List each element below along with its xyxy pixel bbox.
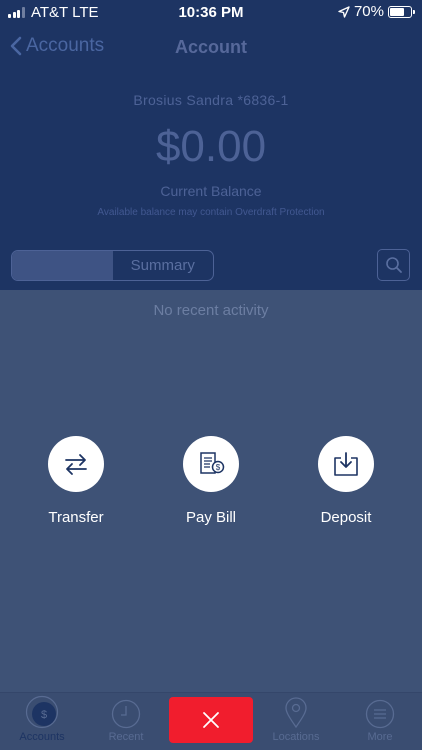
deposit-label: Deposit [320, 509, 372, 526]
pay-bill-action[interactable]: $ Pay Bill [151, 436, 271, 526]
dollar-coin-icon: $ [25, 695, 59, 729]
tab-locations[interactable]: Locations [254, 693, 338, 750]
account-name: Brosius Sandra *6836-1 [133, 92, 289, 108]
search-button[interactable] [377, 249, 410, 281]
close-icon [203, 712, 219, 728]
battery-icon [388, 5, 415, 18]
empty-activity-message: No recent activity [153, 302, 269, 319]
tab-accounts-label: Accounts [19, 731, 65, 743]
quick-actions: Transfer $ Pay Bill Deposit [0, 436, 422, 536]
deposit-button[interactable] [318, 436, 374, 492]
segmented-control: Summary [11, 250, 214, 281]
status-right: 70% [338, 3, 415, 20]
svg-text:$: $ [216, 463, 221, 472]
svg-text:$: $ [41, 709, 47, 721]
pay-bill-button[interactable]: $ [183, 436, 239, 492]
battery-percent: 70% [353, 3, 384, 20]
segment-summary[interactable]: Summary [113, 251, 214, 280]
map-pin-icon [285, 697, 307, 729]
balance-amount: $0.00 [155, 122, 267, 171]
overdraft-note: Available balance may contain Overdraft … [97, 207, 325, 218]
tab-more-label: More [367, 731, 393, 743]
tab-accounts[interactable]: $ Accounts [0, 693, 84, 750]
close-actions-button[interactable] [169, 697, 253, 743]
status-bar: AT&T LTE 10:36 PM 70% [0, 0, 422, 26]
transfer-label: Transfer [48, 509, 104, 526]
pay-bill-label: Pay Bill [185, 509, 237, 526]
tab-more[interactable]: More [338, 693, 422, 750]
deposit-tray-icon [334, 452, 358, 476]
clock-icon [111, 699, 141, 729]
location-arrow-icon [338, 5, 350, 18]
tab-recent-label: Recent [108, 731, 144, 743]
tab-recent[interactable]: Recent [84, 693, 168, 750]
page-title: Account [175, 37, 247, 57]
search-icon [385, 257, 402, 273]
menu-lines-icon [365, 699, 395, 729]
segment-activity[interactable] [12, 251, 113, 280]
transfer-button[interactable] [48, 436, 104, 492]
tab-locations-label: Locations [272, 731, 320, 743]
transfer-arrows-icon [65, 454, 87, 475]
balance-label: Current Balance [160, 183, 262, 199]
deposit-action[interactable]: Deposit [286, 436, 406, 526]
transfer-action[interactable]: Transfer [16, 436, 136, 526]
bill-icon: $ [200, 452, 225, 474]
